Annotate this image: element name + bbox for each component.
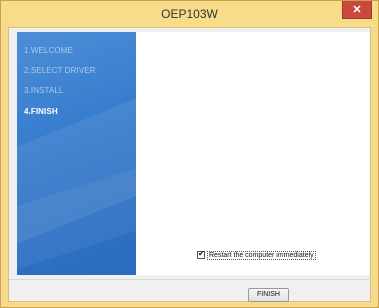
restart-checkbox[interactable]: ✔	[197, 249, 205, 259]
checkmark-icon: ✔	[198, 249, 205, 258]
step-welcome: 1.WELCOME	[24, 46, 73, 55]
window-title: OEP103W	[161, 7, 218, 21]
title-bar[interactable]: OEP103W ✕	[1, 1, 378, 27]
footer-divider	[9, 279, 370, 280]
restart-checkbox-label[interactable]: Restart the computer immediately	[207, 250, 316, 260]
installer-window: OEP103W ✕ 1.WELCOME 2.SELECT DRIVER 3.IN…	[0, 0, 379, 308]
step-install: 3.INSTALL	[24, 86, 64, 95]
wizard-client-area: 1.WELCOME 2.SELECT DRIVER 3.INSTALL 4.FI…	[8, 27, 371, 302]
close-icon: ✕	[352, 4, 362, 16]
step-select-driver: 2.SELECT DRIVER	[24, 66, 96, 75]
step-finish: 4.FINISH	[24, 107, 58, 116]
wizard-steps-sidebar: 1.WELCOME 2.SELECT DRIVER 3.INSTALL 4.FI…	[17, 32, 136, 275]
wizard-content-panel	[136, 32, 369, 275]
finish-button[interactable]: FINISH	[248, 288, 289, 302]
close-button[interactable]: ✕	[342, 1, 372, 19]
restart-option[interactable]: ✔ Restart the computer immediately	[197, 249, 316, 261]
